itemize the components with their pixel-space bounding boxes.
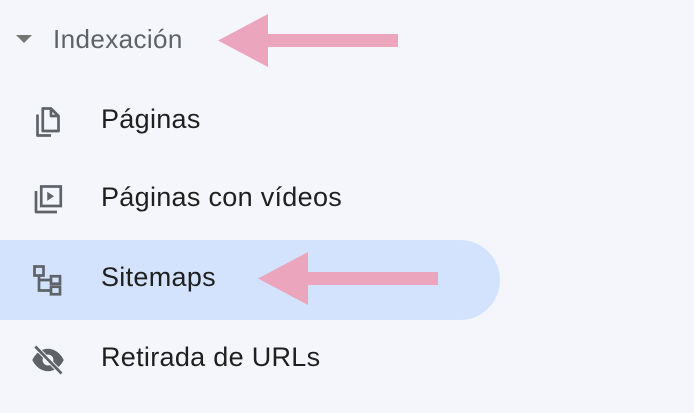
caret-down-icon[interactable]: [16, 35, 32, 43]
pages-icon: [30, 104, 66, 140]
video-pages-icon: [30, 182, 66, 218]
sidebar-item-paginas[interactable]: Páginas: [0, 82, 500, 162]
annotation-arrow-icon: [218, 14, 400, 68]
sidebar-item-label: Retirada de URLs: [101, 342, 321, 372]
sidebar-item-paginas-con-videos[interactable]: Páginas con vídeos: [0, 160, 500, 240]
annotation-arrow-icon: [258, 252, 440, 306]
sidebar-item-retirada-de-urls[interactable]: Retirada de URLs: [0, 320, 500, 400]
sidebar-item-label: Sitemaps: [101, 262, 216, 292]
sidebar-item-label: Páginas con vídeos: [101, 182, 343, 212]
section-indexacion[interactable]: Indexación: [0, 12, 230, 70]
sidebar-item-label: Páginas: [101, 104, 201, 134]
sitemap-icon: [30, 262, 66, 298]
eye-off-icon: [30, 342, 66, 378]
section-label: Indexación: [53, 24, 183, 54]
